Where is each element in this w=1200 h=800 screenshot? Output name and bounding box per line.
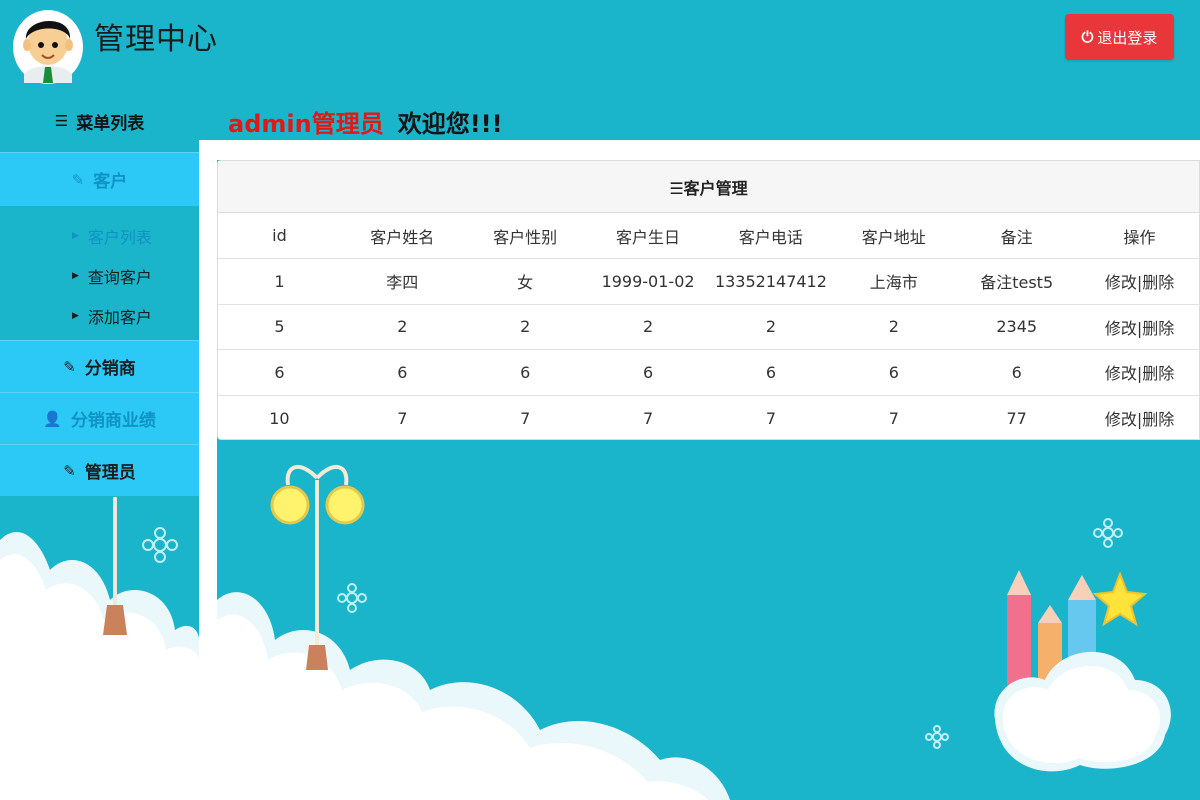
delete-link[interactable]: 删除 bbox=[1142, 319, 1174, 338]
avatar bbox=[13, 10, 83, 84]
column-header: 备注 bbox=[1000, 227, 1033, 247]
table-cell: 女 bbox=[463, 258, 587, 304]
column-header: 客户生日 bbox=[616, 227, 681, 247]
table-cell: 1 bbox=[218, 258, 341, 304]
column-header: 操作 bbox=[1123, 227, 1156, 247]
nav-group-admin[interactable]: ✎ 管理员 bbox=[0, 444, 199, 496]
table-cell: 5 bbox=[218, 303, 341, 350]
logout-label: 退出登录 bbox=[1097, 28, 1158, 47]
table-row: 6 6 6 6 6 6 6 修改|删除 bbox=[218, 349, 1200, 395]
menu-title-label: 菜单列表 bbox=[76, 113, 145, 134]
table-cell: 2 bbox=[340, 303, 464, 350]
table-cell: 6 bbox=[832, 349, 956, 395]
edit-link[interactable]: 修改 bbox=[1105, 319, 1137, 338]
caret-right-icon: ▶ bbox=[72, 271, 79, 281]
nav-item-label: 客户列表 bbox=[87, 228, 152, 247]
table-cell: 6 bbox=[955, 349, 1079, 395]
table-cell: 2 bbox=[709, 303, 833, 350]
customer-table: id 客户姓名 客户性别 客户生日 客户电话 客户地址 备注 操作 1 李四女 19… bbox=[218, 213, 1200, 441]
table-cell: 7 bbox=[586, 394, 710, 441]
column-header: 客户性别 bbox=[493, 227, 558, 247]
table-cell: 7 bbox=[463, 394, 587, 441]
edit-link[interactable]: 修改 bbox=[1105, 273, 1137, 292]
table-row: 5 2 2 2 2 2 2345 修改|删除 bbox=[218, 303, 1200, 350]
table-header-row: id 客户姓名 客户性别 客户生日 客户电话 客户地址 备注 操作 bbox=[218, 213, 1200, 259]
row-actions: 修改|删除 bbox=[1078, 394, 1200, 441]
edit-link[interactable]: 修改 bbox=[1105, 410, 1137, 429]
nav-sub-menu: ▶ 客户列表 ▶ 查询客户 ▶ 添加客户 bbox=[0, 206, 199, 340]
table-cell: 77 bbox=[955, 394, 1079, 441]
sidebar: ☰ 菜单列表 ✎ 客户 ▶ 客户列表 ▶ 查询客户 ▶ 添加客户 ✎ 分销商 👤… bbox=[0, 90, 199, 800]
row-actions: 修改|删除 bbox=[1078, 258, 1200, 304]
table-cell: 7 bbox=[340, 394, 464, 441]
column-header: id bbox=[272, 226, 287, 245]
caret-right-icon: ▶ bbox=[72, 231, 79, 241]
nav-group-label: 分销商业绩 bbox=[70, 411, 156, 431]
nav-group-customer[interactable]: ✎ 客户 bbox=[0, 152, 199, 206]
nav-group-label: 管理员 bbox=[84, 463, 136, 483]
table-row: 1 李四女 1999-01-02 13352147412 上海市 备注test5 修改|删除 bbox=[218, 258, 1200, 304]
nav-group-label: 分销商 bbox=[84, 359, 136, 379]
column-header: 客户姓名 bbox=[370, 227, 435, 247]
edit-link[interactable]: 修改 bbox=[1105, 364, 1137, 383]
nav-item-label: 添加客户 bbox=[87, 308, 152, 327]
table-cell: 6 bbox=[340, 349, 464, 395]
table-cell: 2 bbox=[463, 303, 587, 350]
power-icon: ⏻ bbox=[1081, 28, 1094, 46]
nav-group-label: 客户 bbox=[93, 172, 128, 192]
table-row: 10 7 7 7 7 7 77 修改|删除 bbox=[218, 394, 1200, 441]
column-header: 客户地址 bbox=[861, 227, 926, 247]
table-cell: 10 bbox=[218, 394, 341, 441]
table-cell: 6 bbox=[586, 349, 710, 395]
table-cell: 1999-01-02 bbox=[586, 258, 710, 304]
panel-heading: ☰客户管理 bbox=[218, 161, 1199, 213]
edit-icon: ✎ bbox=[71, 170, 85, 189]
welcome-message: admin管理员 欢迎您!!! bbox=[228, 104, 503, 139]
table-cell: 6 bbox=[463, 349, 587, 395]
nav-item-add-customer[interactable]: ▶ 添加客户 bbox=[0, 296, 199, 336]
edit-icon: ✎ bbox=[63, 461, 76, 480]
nav-group-distributor[interactable]: ✎ 分销商 bbox=[0, 340, 199, 392]
column-header: 客户电话 bbox=[738, 227, 803, 247]
nav-item-query-customer[interactable]: ▶ 查询客户 bbox=[0, 256, 199, 296]
table-cell: 2 bbox=[586, 303, 710, 350]
table-cell: 2345 bbox=[955, 303, 1079, 350]
delete-link[interactable]: 删除 bbox=[1142, 273, 1174, 292]
edit-icon: ✎ bbox=[63, 357, 76, 376]
table-body: 1 李四女 1999-01-02 13352147412 上海市 备注test5 修改|删除… bbox=[218, 258, 1200, 441]
table-cell: 6 bbox=[709, 349, 833, 395]
app-title: 管理中心 bbox=[94, 22, 218, 57]
nav-item-customer-list[interactable]: ▶ 客户列表 bbox=[0, 216, 199, 256]
table-cell: 上海市 bbox=[832, 258, 956, 304]
nav-item-label: 查询客户 bbox=[87, 268, 152, 287]
menu-title: ☰ 菜单列表 bbox=[0, 90, 199, 152]
caret-right-icon: ▶ bbox=[72, 311, 79, 321]
table-cell: 6 bbox=[218, 349, 341, 395]
row-actions: 修改|删除 bbox=[1078, 349, 1200, 395]
table-cell: 备注test5 bbox=[955, 258, 1079, 304]
welcome-greeting: 欢迎您!!! bbox=[397, 110, 503, 138]
customer-panel: ☰客户管理 id 客户姓名 客户性别 客户生日 客户电话 客户地址 备注 操作 … bbox=[217, 160, 1200, 441]
user-icon: 👤 bbox=[43, 409, 62, 428]
row-actions: 修改|删除 bbox=[1078, 303, 1200, 350]
delete-link[interactable]: 删除 bbox=[1142, 410, 1174, 429]
welcome-user: admin管理员 bbox=[228, 110, 384, 138]
table-cell: 13352147412 bbox=[709, 258, 833, 304]
list-icon: ☰ bbox=[54, 112, 69, 130]
header: 管理中心 ⏻ 退出登录 bbox=[0, 0, 1200, 90]
nav-group-distributor-performance[interactable]: 👤 分销商业绩 bbox=[0, 392, 199, 444]
table-cell: 2 bbox=[832, 303, 956, 350]
table-cell: 7 bbox=[832, 394, 956, 441]
table-cell: 7 bbox=[709, 394, 833, 441]
logout-button[interactable]: ⏻ 退出登录 bbox=[1065, 14, 1174, 60]
delete-link[interactable]: 删除 bbox=[1142, 364, 1174, 383]
table-cell: 李四 bbox=[340, 258, 464, 304]
